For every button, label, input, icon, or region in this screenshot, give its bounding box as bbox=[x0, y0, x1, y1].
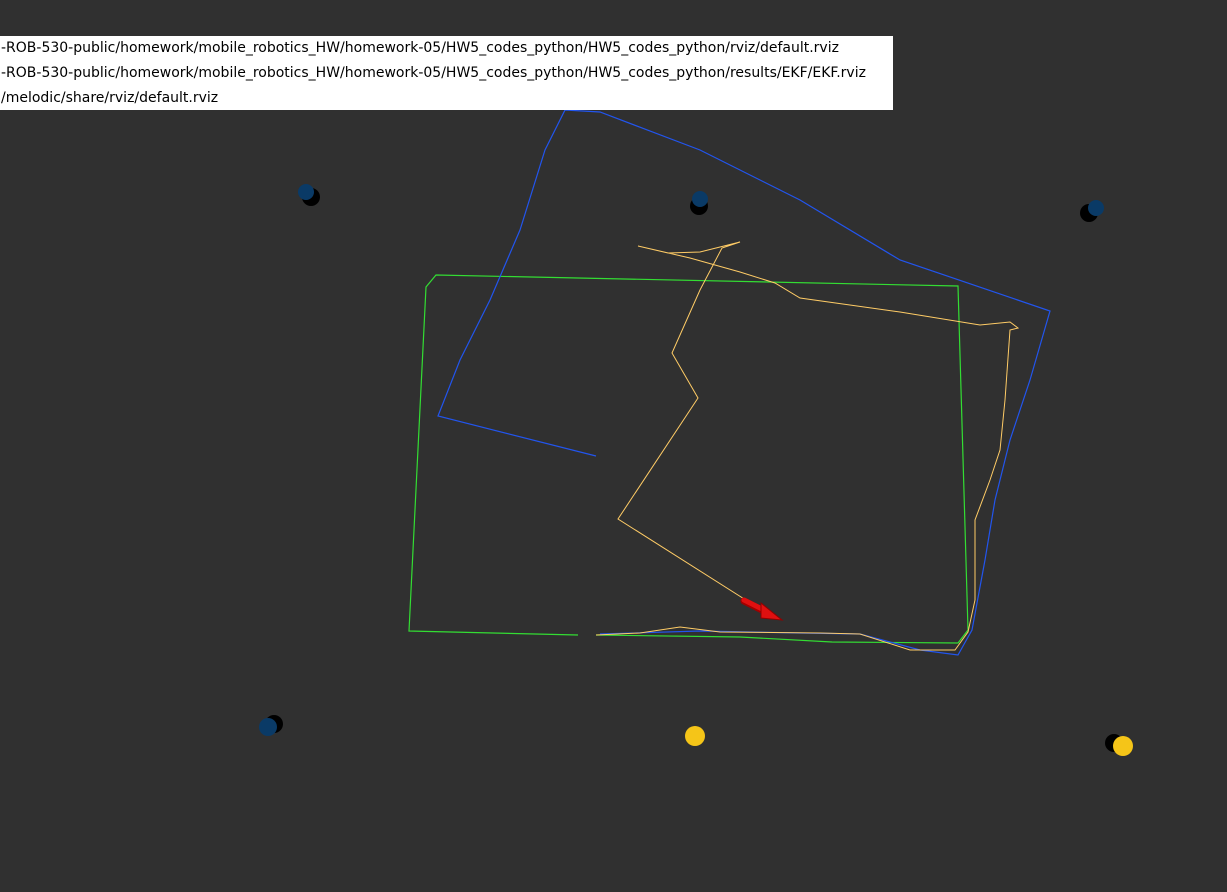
landmark-top-right bbox=[1080, 200, 1104, 222]
recent-configs-menu[interactable]: -ROB-530-public/homework/mobile_robotics… bbox=[0, 36, 893, 110]
recent-config-item-default-rviz[interactable]: -ROB-530-public/homework/mobile_robotics… bbox=[0, 37, 893, 62]
landmark-top-left bbox=[298, 184, 320, 206]
recent-config-item-melodic-default-rviz[interactable]: /melodic/share/rviz/default.rviz bbox=[0, 87, 893, 112]
landmark-top-center bbox=[690, 191, 708, 215]
filter-estimate-path bbox=[595, 241, 1020, 651]
odometry-path bbox=[437, 109, 1051, 656]
recent-config-item-ekf-rviz[interactable]: -ROB-530-public/homework/mobile_robotics… bbox=[0, 62, 893, 87]
ground-truth-path bbox=[408, 274, 969, 644]
rviz-3d-viewport[interactable]: -ROB-530-public/homework/mobile_robotics… bbox=[0, 0, 1227, 892]
landmark-bottom-left bbox=[259, 715, 283, 736]
rviz-scene[interactable] bbox=[0, 0, 1227, 892]
robot-pose-arrow bbox=[740, 597, 784, 621]
landmark-bottom-right bbox=[1105, 734, 1133, 756]
landmark-bottom-center bbox=[685, 726, 705, 746]
